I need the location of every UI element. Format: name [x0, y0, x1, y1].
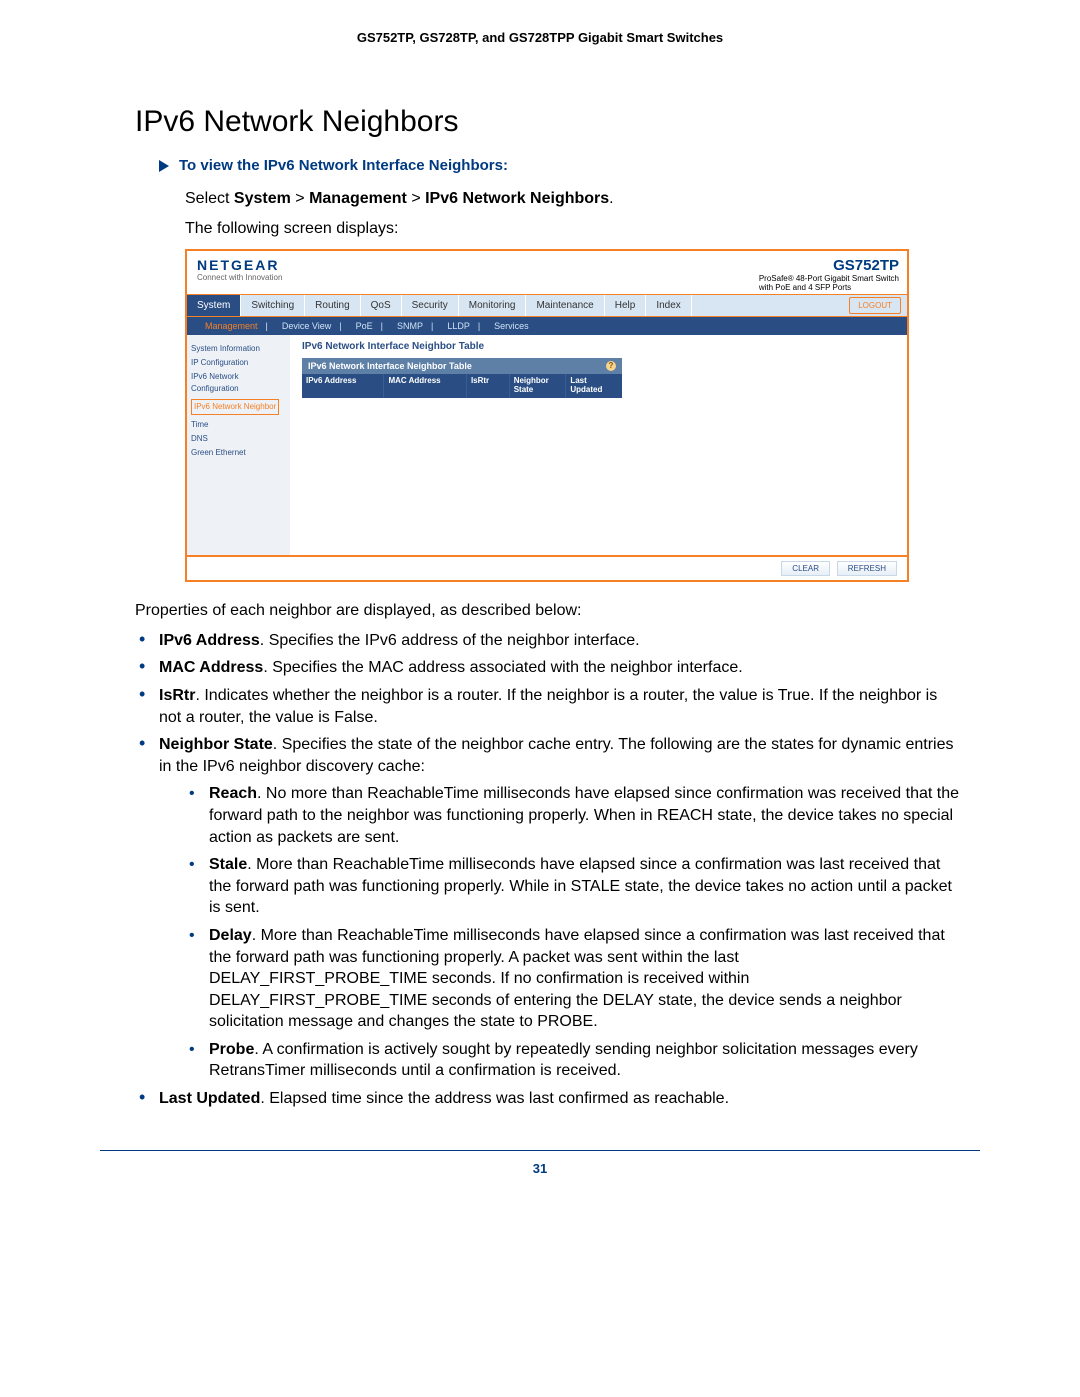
- logo-subtitle: Connect with Innovation: [197, 273, 282, 282]
- clear-button[interactable]: CLEAR: [781, 561, 830, 576]
- desc: . More than ReachableTime milliseconds h…: [209, 927, 945, 1030]
- procedure-heading: To view the IPv6 Network Interface Neigh…: [159, 157, 960, 174]
- netgear-logo: NETGEAR: [197, 257, 282, 273]
- term: Reach: [209, 785, 257, 802]
- sub-stale: Stale. More than ReachableTime milliseco…: [187, 854, 960, 919]
- tab-security[interactable]: Security: [402, 295, 459, 316]
- desc: . Specifies the MAC address associated w…: [263, 659, 742, 676]
- subtab-lldp[interactable]: LLDP: [443, 320, 484, 332]
- screenshot-panel: NETGEAR Connect with Innovation GS752TP …: [185, 249, 909, 582]
- properties-intro: Properties of each neighbor are displaye…: [135, 600, 960, 622]
- refresh-button[interactable]: REFRESH: [837, 561, 897, 576]
- sidebar-item-sysinfo[interactable]: System Information: [191, 343, 286, 355]
- main-tabs: System Switching Routing QoS Security Mo…: [187, 295, 907, 317]
- bullet-neighbor-state: Neighbor State. Specifies the state of t…: [135, 734, 960, 1082]
- term: Delay: [209, 927, 252, 944]
- page-number: 31: [0, 1161, 1080, 1176]
- model-sub1: ProSafe® 48-Port Gigabit Smart Switch: [759, 274, 899, 283]
- th-ipv6: IPv6 Address: [302, 374, 384, 398]
- help-icon[interactable]: ?: [606, 361, 616, 371]
- sub-probe: Probe. A confirmation is actively sought…: [187, 1039, 960, 1082]
- tab-system[interactable]: System: [187, 295, 241, 316]
- subtab-device-view[interactable]: Device View: [278, 320, 346, 332]
- bullet-last-updated: Last Updated. Elapsed time since the add…: [135, 1088, 960, 1110]
- subtab-services[interactable]: Services: [490, 320, 541, 332]
- model-sub2: with PoE and 4 SFP Ports: [759, 283, 899, 292]
- select-instruction: Select System > Management > IPv6 Networ…: [185, 188, 960, 210]
- bullet-ipv6-address: IPv6 Address. Specifies the IPv6 address…: [135, 630, 960, 652]
- tab-help[interactable]: Help: [605, 295, 647, 316]
- sub-tabs: Management Device View PoE SNMP LLDP Ser…: [187, 317, 907, 335]
- main-title: IPv6 Network Interface Neighbor Table: [302, 341, 895, 352]
- term: Neighbor State: [159, 736, 273, 753]
- tab-switching[interactable]: Switching: [241, 295, 305, 316]
- subtab-management[interactable]: Management: [201, 320, 272, 332]
- model-label: GS752TP: [759, 257, 899, 274]
- sidebar: System Information IP Configuration IPv6…: [187, 335, 290, 555]
- path-system: System: [234, 190, 291, 207]
- bullet-mac-address: MAC Address. Specifies the MAC address a…: [135, 657, 960, 679]
- sep: >: [291, 190, 309, 207]
- section-heading: IPv6 Network Neighbors: [135, 105, 960, 139]
- th-nstate: Neighbor State: [510, 374, 567, 398]
- sub-delay: Delay. More than ReachableTime milliseco…: [187, 925, 960, 1033]
- desc: . Specifies the IPv6 address of the neig…: [260, 632, 640, 649]
- desc: . A confirmation is actively sought by r…: [209, 1041, 918, 1080]
- subtab-snmp[interactable]: SNMP: [393, 320, 437, 332]
- panel-title: IPv6 Network Interface Neighbor Table: [308, 361, 472, 371]
- desc: . More than ReachableTime milliseconds h…: [209, 856, 952, 916]
- tab-index[interactable]: Index: [646, 295, 691, 316]
- arrow-right-icon: [159, 160, 169, 172]
- th-isrtr: IsRtr: [467, 374, 510, 398]
- path-ipv6nn: IPv6 Network Neighbors: [425, 190, 609, 207]
- tab-maintenance[interactable]: Maintenance: [526, 295, 604, 316]
- page-header: GS752TP, GS728TP, and GS728TPP Gigabit S…: [0, 30, 1080, 45]
- following-text: The following screen displays:: [185, 218, 960, 240]
- tab-monitoring[interactable]: Monitoring: [459, 295, 527, 316]
- bullet-isrtr: IsRtr. Indicates whether the neighbor is…: [135, 685, 960, 728]
- tab-qos[interactable]: QoS: [361, 295, 402, 316]
- term: MAC Address: [159, 659, 263, 676]
- th-updated: Last Updated: [566, 374, 622, 398]
- sidebar-item-ipv6config[interactable]: IPv6 Network Configuration: [191, 371, 286, 395]
- desc: . No more than ReachableTime millisecond…: [209, 785, 959, 845]
- desc: . Specifies the state of the neighbor ca…: [159, 736, 953, 775]
- term: IsRtr: [159, 687, 195, 704]
- sidebar-item-dns[interactable]: DNS: [191, 433, 286, 445]
- sidebar-item-green[interactable]: Green Ethernet: [191, 447, 286, 459]
- sidebar-item-ipv6neighbor[interactable]: IPv6 Network Neighbor: [191, 399, 279, 415]
- table-header-row: IPv6 Address MAC Address IsRtr Neighbor …: [302, 374, 622, 398]
- desc: . Indicates whether the neighbor is a ro…: [159, 687, 937, 726]
- footer-rule: [100, 1150, 980, 1151]
- sidebar-item-ipconfig[interactable]: IP Configuration: [191, 357, 286, 369]
- path-management: Management: [309, 190, 407, 207]
- term: IPv6 Address: [159, 632, 260, 649]
- term: Probe: [209, 1041, 254, 1058]
- text: Select: [185, 190, 234, 207]
- sidebar-item-time[interactable]: Time: [191, 419, 286, 431]
- tab-routing[interactable]: Routing: [305, 295, 360, 316]
- logout-button[interactable]: LOGOUT: [849, 297, 901, 314]
- sep: >: [407, 190, 425, 207]
- subtab-poe[interactable]: PoE: [352, 320, 387, 332]
- desc: . Elapsed time since the address was las…: [260, 1090, 729, 1107]
- procedure-title: To view the IPv6 Network Interface Neigh…: [179, 157, 508, 174]
- term: Stale: [209, 856, 247, 873]
- sub-reach: Reach. No more than ReachableTime millis…: [187, 783, 960, 848]
- th-mac: MAC Address: [384, 374, 466, 398]
- term: Last Updated: [159, 1090, 260, 1107]
